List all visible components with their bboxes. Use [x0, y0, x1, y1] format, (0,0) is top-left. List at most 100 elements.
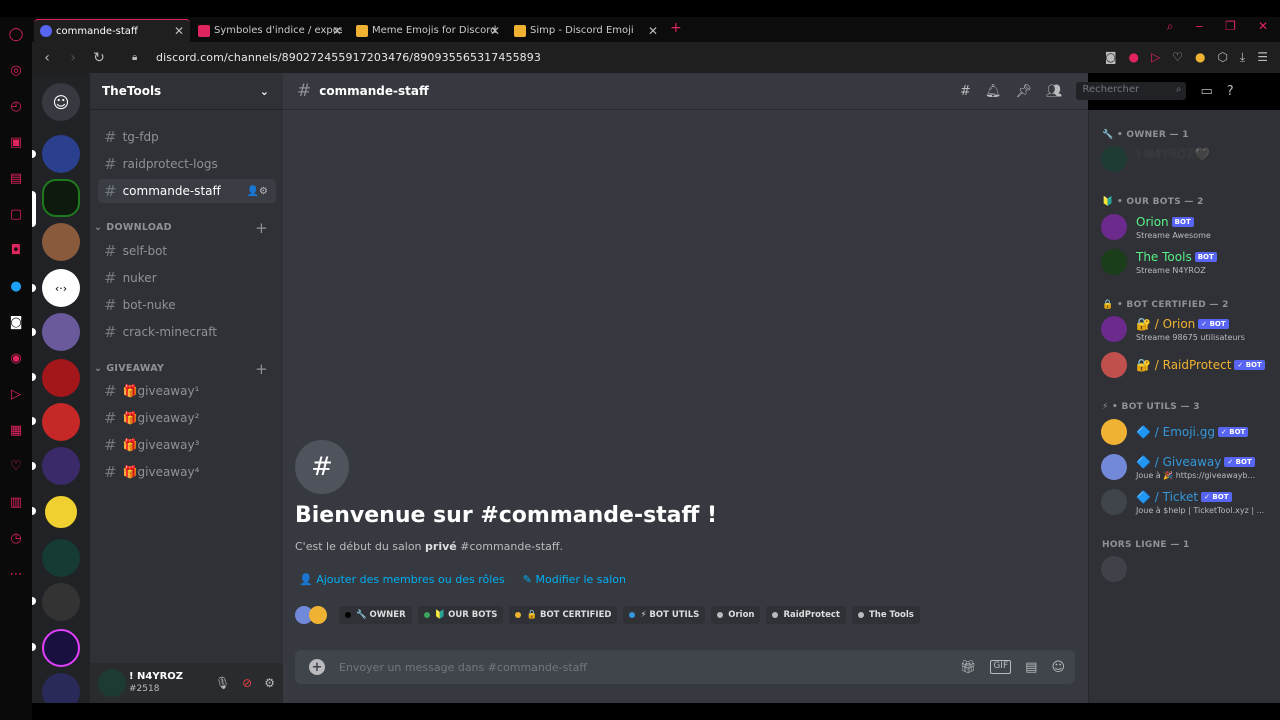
- invite-settings-icons[interactable]: 👤⚙: [247, 186, 268, 197]
- member-item[interactable]: 🔐 / RaidProtect ✓ BOT: [1101, 350, 1277, 382]
- tab-commande-staff[interactable]: commande-staff ✕: [34, 19, 190, 42]
- discord-active-icon[interactable]: ◙: [7, 311, 25, 335]
- gift-icon[interactable]: 🎁︎: [960, 660, 977, 675]
- role-badge[interactable]: 🔒 BOT CERTIFIED: [509, 606, 618, 624]
- server-icon-thetools[interactable]: [42, 179, 80, 217]
- server-icon[interactable]: [42, 447, 80, 485]
- sticker-icon[interactable]: ▤: [1025, 660, 1037, 675]
- download-icon[interactable]: ⤓: [1240, 50, 1245, 65]
- server-icon[interactable]: [42, 359, 80, 397]
- discord-home-icon[interactable]: ☺: [42, 83, 80, 121]
- apps-icon[interactable]: ▦: [7, 419, 25, 443]
- add-members-button[interactable]: 👤 Ajouter des membres ou des rôles: [299, 573, 505, 586]
- channel-item[interactable]: # 🎁giveaway²: [98, 406, 276, 430]
- minimize-icon[interactable]: ‒: [1196, 19, 1204, 34]
- message-composer[interactable]: + Envoyer un message dans #commande-staf…: [295, 650, 1075, 684]
- role-badge[interactable]: 🔧 OWNER: [339, 606, 412, 624]
- bag-icon[interactable]: ▣: [7, 131, 25, 155]
- reload-icon[interactable]: ↻: [86, 50, 112, 66]
- help-icon[interactable]: ?: [1227, 84, 1234, 99]
- search-tabs-icon[interactable]: ⌕: [1167, 19, 1174, 34]
- member-item-offline[interactable]: [1101, 554, 1277, 586]
- role-badge[interactable]: Orion: [711, 606, 761, 624]
- member-item[interactable]: 🔐 / Orion ✓ BOT Streame 98675 utilisateur…: [1101, 314, 1277, 346]
- attach-plus-icon[interactable]: +: [309, 659, 325, 675]
- channel-item[interactable]: # 🎁giveaway⁴: [98, 460, 276, 484]
- url-field[interactable]: discord.com/channels/890272455917203476/…: [156, 51, 541, 64]
- channel-item[interactable]: # self-bot: [98, 239, 276, 263]
- forward-icon[interactable]: ›: [60, 50, 86, 66]
- pin-icon[interactable]: 📌︎: [1015, 84, 1032, 99]
- channel-item[interactable]: # 🎁giveaway³: [98, 433, 276, 457]
- back-icon[interactable]: ‹: [34, 50, 60, 66]
- role-badge[interactable]: The Tools: [851, 606, 920, 624]
- member-item[interactable]: 🔷 / Giveaway ✓ BOT Joue à 🎉 https://givea…: [1101, 452, 1277, 484]
- close-tab-icon[interactable]: ✕: [332, 24, 342, 38]
- members-icon[interactable]: 👥︎: [1046, 84, 1063, 99]
- news-icon[interactable]: ▥: [7, 491, 25, 515]
- heart-icon[interactable]: ♡: [1172, 50, 1183, 65]
- extension-avatar-icon[interactable]: ●: [1195, 50, 1205, 65]
- tab-simp[interactable]: Simp - Discord Emoji ✕: [508, 19, 664, 42]
- role-badge[interactable]: 🔰 OUR BOTS: [417, 606, 504, 624]
- cube-icon[interactable]: ⬡: [1217, 50, 1227, 65]
- close-tab-icon[interactable]: ✕: [490, 24, 500, 38]
- more-icon[interactable]: ⋯: [7, 563, 25, 587]
- server-icon[interactable]: [42, 539, 80, 577]
- edit-channel-button[interactable]: ✎ Modifier le salon: [523, 573, 626, 586]
- server-icon[interactable]: ‹·›: [42, 269, 80, 307]
- send-icon[interactable]: ▷: [7, 383, 25, 407]
- role-badge[interactable]: RaidProtect: [766, 606, 846, 624]
- gamepad-icon[interactable]: ◎: [7, 59, 25, 83]
- channel-item[interactable]: # crack-minecraft: [98, 320, 276, 344]
- camera-icon[interactable]: ◙: [1105, 50, 1117, 65]
- member-item[interactable]: 🔷 / Emoji.gg ✓ BOT: [1101, 417, 1277, 449]
- member-item[interactable]: The Tools BOT Streame N4YROZ: [1101, 247, 1277, 279]
- member-item[interactable]: ! N4YROZ🖤: [1101, 144, 1277, 176]
- category-giveaway[interactable]: ⌄ GIVEAWAY +: [94, 360, 274, 378]
- maximize-icon[interactable]: ❐: [1225, 19, 1236, 34]
- menu-icon[interactable]: ☰: [1257, 50, 1268, 65]
- server-icon-botcs[interactable]: [42, 629, 80, 667]
- role-badge[interactable]: ⚡ BOT UTILS: [623, 606, 706, 624]
- speed-icon[interactable]: ◴: [7, 95, 25, 119]
- add-channel-icon[interactable]: +: [255, 360, 268, 378]
- new-tab-icon[interactable]: +: [670, 20, 682, 36]
- heart-icon[interactable]: ♡: [7, 455, 25, 479]
- channel-item[interactable]: # bot-nuke: [98, 293, 276, 317]
- server-icon-gangsters[interactable]: [42, 583, 80, 621]
- category-download[interactable]: ⌄ DOWNLOAD +: [94, 219, 274, 237]
- close-window-icon[interactable]: ✕: [1258, 19, 1268, 34]
- channel-item[interactable]: # tg-fdp: [98, 125, 276, 149]
- tab-meme-emojis[interactable]: Meme Emojis for Discord & ✕: [350, 19, 506, 42]
- server-icon-gw[interactable]: [42, 493, 80, 531]
- member-item[interactable]: Orion BOT Streame Awesome: [1101, 212, 1277, 244]
- settings-gear-icon[interactable]: ⚙: [264, 676, 275, 690]
- flow-icon[interactable]: ▷: [1151, 50, 1160, 65]
- tab-symboles[interactable]: Symboles d'indice / exposa ✕: [192, 19, 348, 42]
- close-tab-icon[interactable]: ✕: [174, 24, 184, 38]
- bell-icon[interactable]: 🔔︎: [985, 84, 1002, 99]
- twitter-icon[interactable]: ●: [7, 275, 25, 299]
- twitch-icon[interactable]: ▤: [7, 167, 25, 191]
- threads-icon[interactable]: #: [960, 84, 971, 99]
- channel-item[interactable]: # raidprotect-logs: [98, 152, 276, 176]
- search-input[interactable]: Rechercher ⌕: [1076, 82, 1187, 100]
- opera-logo-icon[interactable]: ◯: [7, 23, 25, 47]
- player-icon[interactable]: ◉: [7, 347, 25, 371]
- server-header[interactable]: TheTools ⌄: [90, 73, 283, 110]
- add-channel-icon[interactable]: +: [255, 219, 268, 237]
- server-icon[interactable]: [42, 223, 80, 261]
- emoji-icon[interactable]: ☺: [1051, 660, 1065, 675]
- channel-item-selected[interactable]: # commande-staff 👤⚙: [98, 179, 276, 203]
- channel-item[interactable]: # 🎁giveaway¹: [98, 379, 276, 403]
- gif-icon[interactable]: GIF: [990, 659, 1012, 674]
- deafen-icon[interactable]: ⊘: [242, 676, 252, 690]
- discord-sidebar-icon[interactable]: ◘: [7, 239, 25, 263]
- inbox-icon[interactable]: ▭: [1200, 84, 1212, 99]
- instagram-icon[interactable]: ▢: [7, 203, 25, 227]
- mute-mic-icon[interactable]: 🎙︎: [215, 676, 230, 690]
- server-icon[interactable]: [42, 135, 80, 173]
- member-item[interactable]: 🔷 / Ticket ✓ BOT Joue à $help | TicketToo…: [1101, 487, 1277, 519]
- channel-item[interactable]: # nuker: [98, 266, 276, 290]
